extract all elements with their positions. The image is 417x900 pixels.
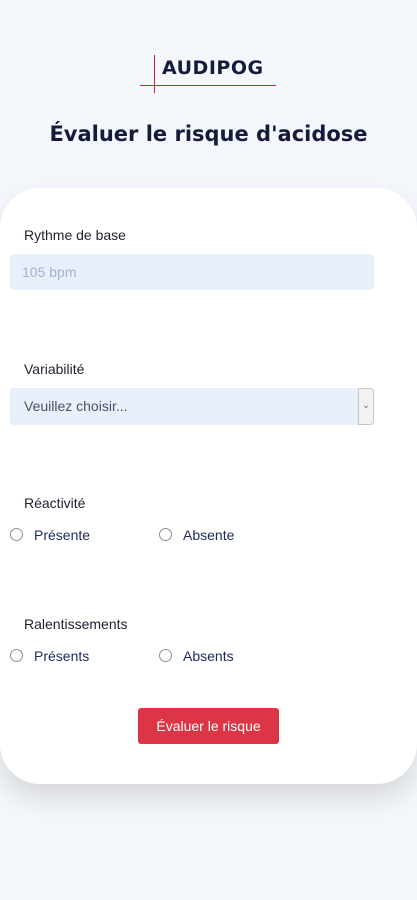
logo-text: AUDIPOG — [162, 57, 264, 79]
variabilite-select[interactable]: Veuillez choisir... ⌄ — [10, 388, 374, 425]
variabilite-label: Variabilité — [24, 361, 85, 377]
evaluate-risk-button[interactable]: Évaluer le risque — [138, 708, 279, 744]
rythme-label: Rythme de base — [24, 227, 126, 243]
chevron-down-icon[interactable]: ⌄ — [358, 388, 374, 425]
radio-button[interactable] — [10, 649, 23, 662]
radio-label: Présente — [34, 527, 91, 543]
reactivite-label: Réactivité — [24, 495, 86, 511]
radio-button[interactable] — [159, 528, 172, 541]
variabilite-selected-value: Veuillez choisir... — [24, 398, 128, 414]
logo-crosshair-horizontal — [140, 85, 276, 86]
radio-label: Absents — [183, 648, 234, 664]
audipog-logo: AUDIPOG — [140, 52, 280, 96]
radio-label: Absente — [183, 527, 235, 543]
radio-button[interactable] — [10, 528, 23, 541]
logo-crosshair-vertical — [154, 55, 155, 93]
ralentissements-label: Ralentissements — [24, 616, 128, 632]
page-title: Évaluer le risque d'acidose — [49, 122, 368, 146]
rythme-input[interactable] — [10, 254, 374, 290]
radio-button[interactable] — [159, 649, 172, 662]
radio-label: Présents — [34, 648, 90, 664]
